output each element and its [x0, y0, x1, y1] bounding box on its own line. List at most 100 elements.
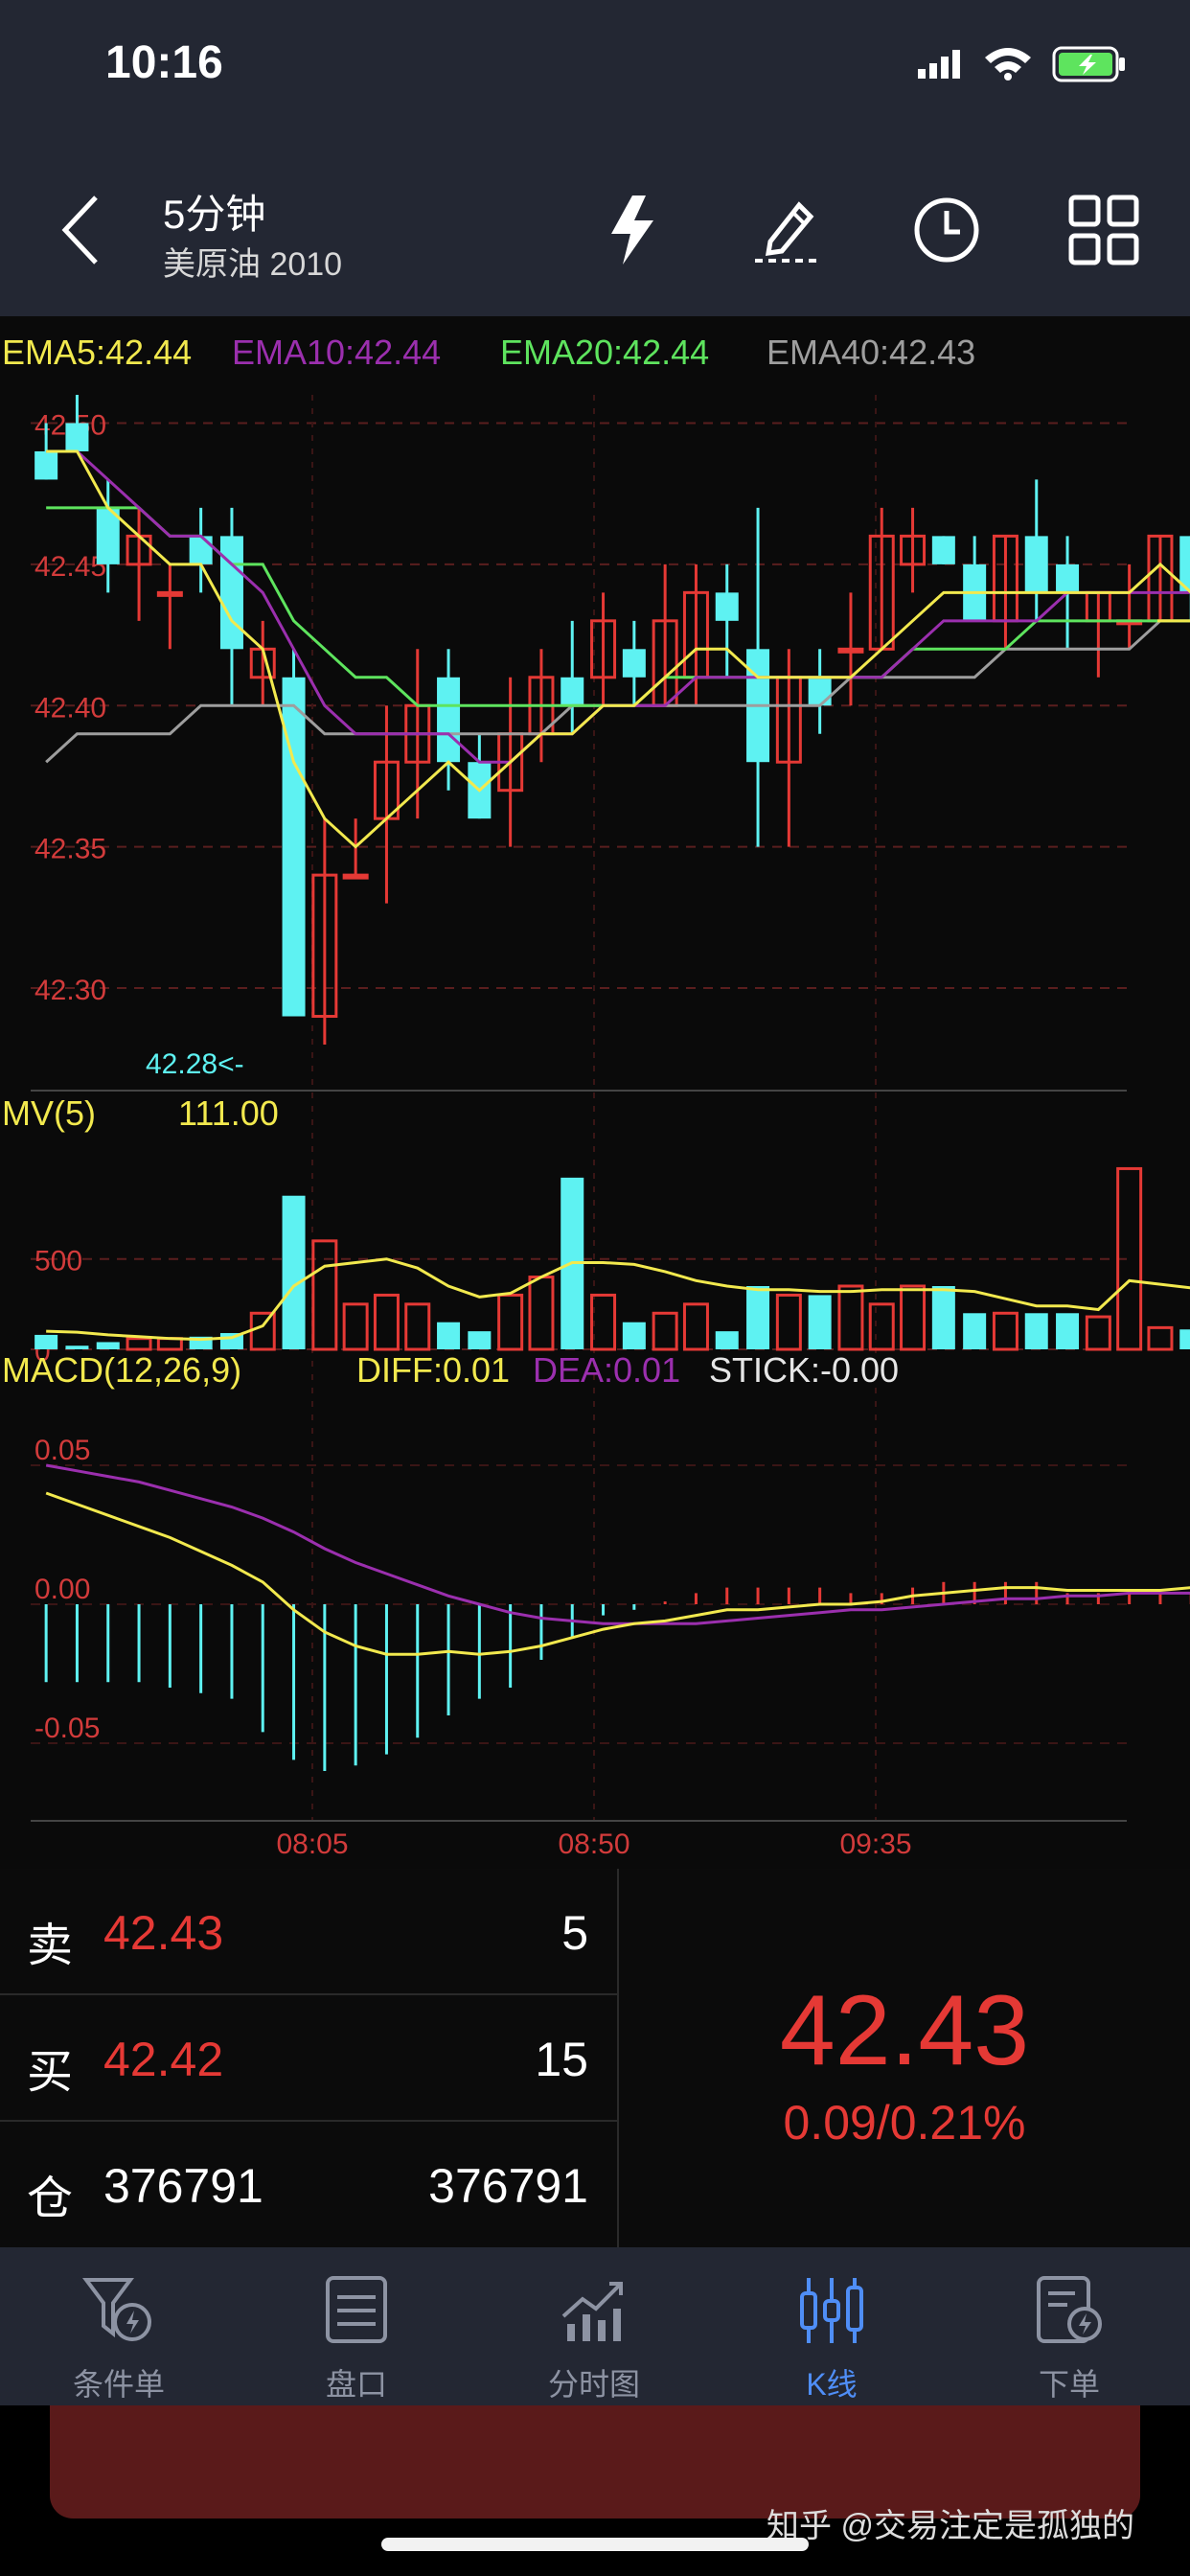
tab-label: 盘口: [325, 2367, 387, 2402]
candle-body: [1056, 564, 1080, 593]
tab-label: 分时图: [547, 2367, 640, 2402]
kline-icon: [800, 2278, 863, 2343]
candle-body: [219, 536, 243, 650]
candle-body: [65, 423, 89, 451]
time-tick-label: 08:05: [276, 1828, 348, 1860]
candle-body: [189, 536, 213, 564]
last-price: 42.43: [779, 1975, 1030, 2086]
price-tick-label: 42.40: [34, 692, 106, 724]
candle-body: [437, 677, 461, 763]
ema-legend-item: EMA10:42.44: [232, 333, 441, 372]
candle-body: [34, 450, 58, 480]
home-indicator: [381, 2538, 809, 2551]
tab-place-order[interactable]: 下单: [950, 2247, 1188, 2405]
volume-bar: [715, 1331, 739, 1349]
contract-period-title[interactable]: 5分钟: [163, 182, 265, 241]
candle-body: [622, 649, 646, 678]
buy-price: 42.42: [103, 2033, 224, 2086]
macd-legend-item: STICK:-0.00: [709, 1350, 899, 1390]
volume-bar: [682, 1302, 709, 1351]
battery-icon: [1052, 46, 1125, 82]
buy-label: 买: [27, 2047, 74, 2098]
position-value: 376791: [103, 2159, 263, 2213]
candle-body: [931, 536, 955, 564]
macd-tick-label: -0.05: [34, 1713, 100, 1744]
macd-title: MACD(12,26,9): [2, 1350, 241, 1390]
volume-bar: [992, 1311, 1018, 1351]
volume-bar: [249, 1311, 276, 1351]
draw-line-button[interactable]: [749, 192, 826, 268]
price-tick-label: 42.35: [34, 834, 106, 865]
tab-label: 条件单: [72, 2367, 165, 2402]
tab-orderbook[interactable]: 盘口: [238, 2247, 475, 2405]
sell-volume: 5: [561, 1906, 588, 1960]
buy-volume: 15: [535, 2033, 588, 2086]
position-label: 仓: [27, 2174, 74, 2224]
volume-bar: [437, 1322, 461, 1349]
status-bar: 10:16: [0, 0, 1190, 144]
volume-bar: [1179, 1329, 1190, 1349]
price-tick-label: 42.30: [34, 975, 106, 1006]
volume-bar: [1056, 1313, 1080, 1349]
ema-legend-item: EMA40:42.43: [767, 333, 975, 372]
price-change: 0.09/0.21%: [783, 2096, 1026, 2150]
tab-timeshare[interactable]: 分时图: [475, 2247, 713, 2405]
sell-label: 卖: [27, 1920, 74, 1971]
tab-kline[interactable]: K线: [713, 2247, 950, 2405]
sell-row[interactable]: 卖 42.43 5: [0, 1869, 617, 1995]
period-clock-button[interactable]: [910, 194, 983, 266]
timeshare-chart-icon: [561, 2282, 623, 2341]
kline-chart[interactable]: EMA5:42.44 EMA10:42.44 EMA20:42.44 EMA40:42…: [0, 316, 1190, 1869]
status-time: 10:16: [105, 37, 223, 88]
volume-bar: [468, 1331, 492, 1349]
ema-legend-item: EMA5:42.44: [2, 333, 192, 372]
candle-body: [342, 873, 369, 880]
candle-body: [156, 590, 183, 597]
price-tick-label: 42.45: [34, 551, 106, 583]
grid-menu-button[interactable]: [1067, 194, 1140, 266]
volume-bar: [837, 1284, 864, 1351]
volume-bar: [1024, 1313, 1048, 1349]
back-button[interactable]: [57, 192, 105, 268]
macd-legend-item: DIFF:0.01: [356, 1350, 510, 1390]
buy-row[interactable]: 买 42.42 15: [0, 1995, 617, 2122]
signal-icon: [918, 50, 960, 79]
volume-bar: [931, 1286, 955, 1349]
position-row: 仓 376791 376791: [0, 2122, 617, 2246]
volume-bar: [622, 1322, 646, 1349]
volume-bar: [342, 1302, 369, 1351]
volume-bar: [497, 1293, 524, 1351]
ema40-line: [45, 619, 1190, 764]
sell-price: 42.43: [103, 1906, 224, 1960]
candle-body: [808, 677, 832, 706]
volume-bar: [65, 1346, 89, 1349]
macd-legend-item: DEA:0.01: [533, 1350, 680, 1390]
volume-bar: [528, 1276, 555, 1351]
min-price-marker: 42.28<-: [146, 1048, 244, 1080]
volume-bar: [900, 1284, 927, 1351]
candle-body: [715, 592, 739, 621]
volume-bar: [868, 1302, 895, 1351]
volume-bar: [590, 1293, 617, 1351]
condition-order-icon: [82, 2278, 151, 2341]
chart-area[interactable]: EMA5:42.44 EMA10:42.44 EMA20:42.44 EMA40:42…: [0, 316, 1190, 1869]
volume-bar: [963, 1313, 987, 1349]
volume-ma-value: 111.00: [178, 1093, 279, 1133]
volume-bar: [746, 1286, 770, 1349]
volume-bar: [311, 1239, 338, 1351]
volume-bar: [808, 1295, 832, 1349]
volume-bar: [282, 1195, 306, 1349]
macd-tick-label: 0.00: [34, 1574, 90, 1605]
candle-body: [1024, 536, 1048, 593]
contract-name: 美原油 2010: [163, 246, 343, 283]
watermark: 知乎 @交易注定是孤独的: [767, 2508, 1134, 2544]
tab-condition-order[interactable]: 条件单: [0, 2247, 238, 2405]
volume-bar: [404, 1302, 431, 1351]
orderbook-icon: [326, 2276, 387, 2343]
volume-title: MV(5): [2, 1093, 96, 1133]
flash-order-button[interactable]: [604, 192, 661, 268]
tab-label: K线: [806, 2367, 858, 2402]
volume-bar: [1085, 1315, 1111, 1351]
diff-line: [45, 1491, 1190, 1656]
time-tick-label: 08:50: [558, 1828, 629, 1860]
